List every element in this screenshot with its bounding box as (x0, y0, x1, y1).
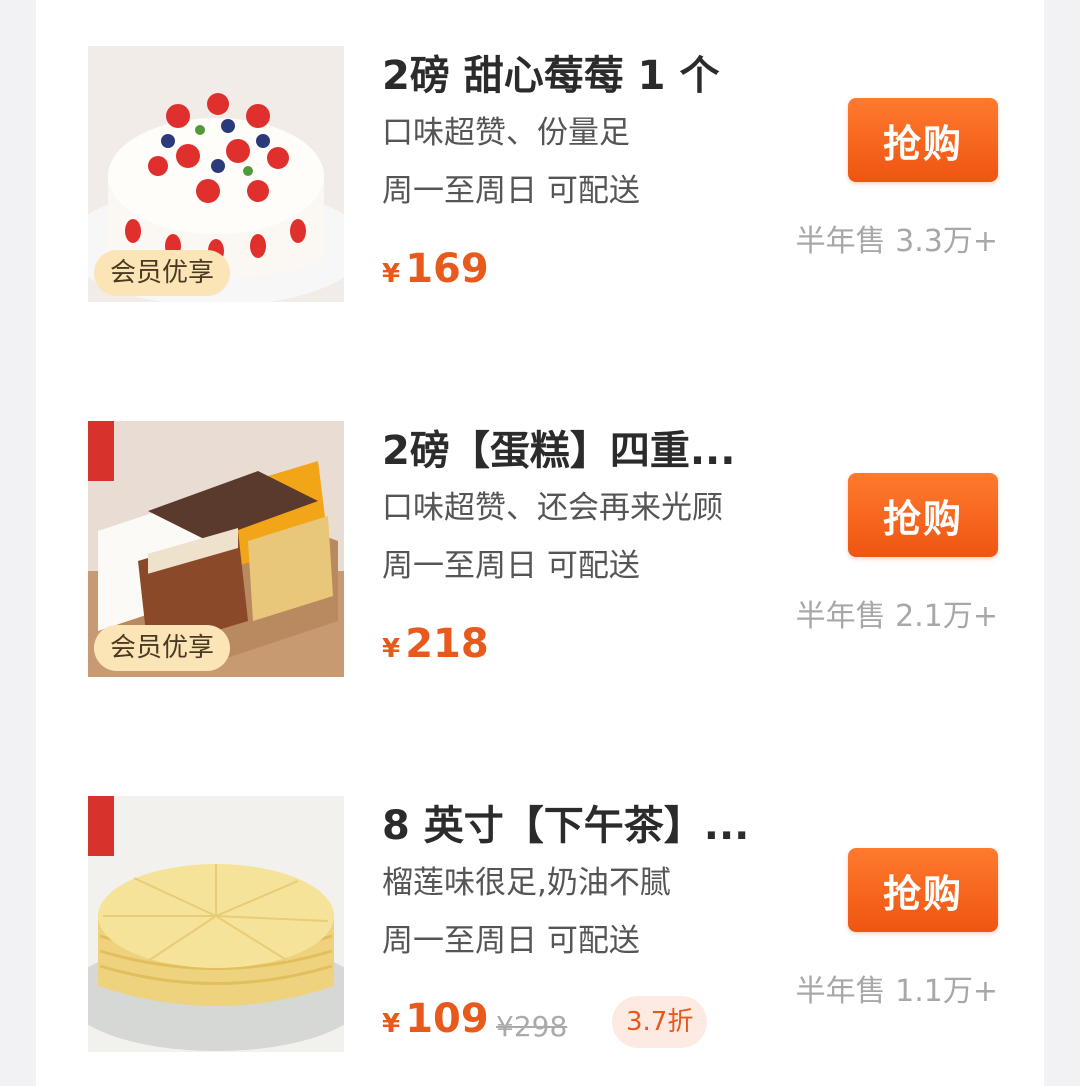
product-title[interactable]: 2磅 甜心莓莓 1 个 (382, 48, 802, 104)
buy-button[interactable]: 抢购 (848, 473, 998, 557)
product-image-four-flavor-cake[interactable]: 会员优享 (88, 421, 344, 677)
price-value: 218 (405, 621, 489, 667)
delivery-info: 周一至周日 可配送 (382, 923, 640, 959)
currency-symbol: ¥ (382, 259, 401, 289)
buy-button[interactable]: 抢购 (848, 848, 998, 932)
sales-count: 半年售 2.1万+ (795, 599, 998, 634)
discount-tag: 3.7折 (612, 996, 708, 1048)
product-item-1[interactable]: 会员优享 2磅 甜心莓莓 1 个 口味超赞、份量足 周一至周日 可配送 ¥ 16… (36, 46, 1044, 302)
buy-button[interactable]: 抢购 (848, 98, 998, 182)
product-image-strawberry-cake[interactable]: 会员优享 (88, 46, 344, 302)
product-description: 口味超赞、还会再来光顾 (382, 490, 723, 526)
original-price: ¥298 (496, 1010, 568, 1043)
product-price: ¥ 169 (382, 246, 489, 302)
product-title[interactable]: 2磅【蛋糕】四重... (382, 423, 802, 479)
price-value: 169 (405, 246, 489, 292)
product-price: ¥ 109 (382, 996, 489, 1052)
currency-symbol: ¥ (382, 634, 401, 664)
product-item-3[interactable]: 8 英寸【下午茶】... 榴莲味很足,奶油不腻 周一至周日 可配送 ¥ 109 … (36, 796, 1044, 1052)
product-title[interactable]: 8 英寸【下午茶】... (382, 798, 802, 854)
currency-symbol: ¥ (382, 1009, 401, 1039)
sales-count: 半年售 1.1万+ (795, 974, 998, 1009)
product-image-durian-crepe-cake[interactable] (88, 796, 344, 1052)
member-badge: 会员优享 (94, 250, 231, 296)
member-badge: 会员优享 (94, 625, 231, 671)
delivery-info: 周一至周日 可配送 (382, 173, 640, 209)
product-description: 口味超赞、份量足 (382, 115, 630, 151)
product-item-2[interactable]: 会员优享 2磅【蛋糕】四重... 口味超赞、还会再来光顾 周一至周日 可配送 ¥… (36, 421, 1044, 677)
product-price: ¥ 218 (382, 621, 489, 677)
product-description: 榴莲味很足,奶油不腻 (382, 865, 671, 901)
product-list: 会员优享 2磅 甜心莓莓 1 个 口味超赞、份量足 周一至周日 可配送 ¥ 16… (36, 0, 1044, 1086)
delivery-info: 周一至周日 可配送 (382, 548, 640, 584)
sales-count: 半年售 3.3万+ (795, 224, 998, 259)
price-value: 109 (405, 996, 489, 1042)
